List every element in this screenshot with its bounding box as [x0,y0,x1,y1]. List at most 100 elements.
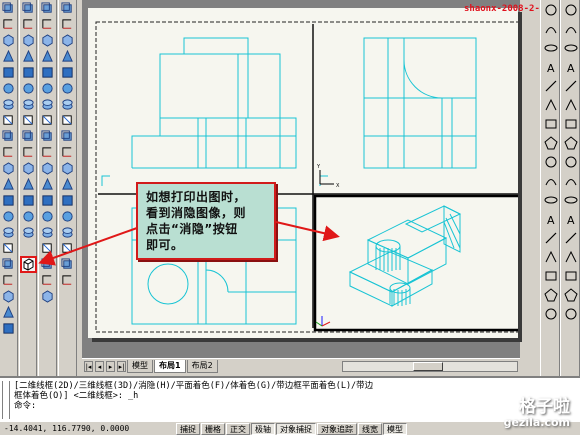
horizontal-scrollbar[interactable] [342,361,518,372]
toolbar-button[interactable] [21,33,35,47]
tab-layout2[interactable]: 布局2 [186,360,218,373]
toolbar-button[interactable] [40,49,54,63]
toolbar-button[interactable] [40,289,54,303]
toolbar-button[interactable] [60,257,74,271]
toolbar-button[interactable] [1,193,15,207]
toolbar-button[interactable] [1,177,15,191]
toolbar-button[interactable] [60,113,74,127]
draw-tool-button[interactable] [563,21,579,37]
toolbar-button[interactable] [1,209,15,223]
toolbar-button[interactable] [60,193,74,207]
toolbar-button[interactable] [1,273,15,287]
toolbar-button[interactable] [1,145,15,159]
tab-nav-last[interactable]: ▸| [117,361,126,372]
draw-tool-button[interactable] [543,40,559,56]
toolbar-button[interactable] [1,305,15,319]
tab-model[interactable]: 模型 [127,360,153,373]
toolbar-button[interactable] [1,81,15,95]
grid-toggle[interactable]: 栅格 [201,422,225,435]
toolbar-button[interactable] [21,225,35,239]
toolbar-button[interactable] [21,161,35,175]
toolbar-button[interactable] [21,193,35,207]
toolbar-button[interactable] [40,273,54,287]
toolbar-button[interactable] [1,161,15,175]
draw-tool-button[interactable] [543,78,559,94]
draw-tool-button[interactable] [543,116,559,132]
draw-tool-button[interactable] [563,154,579,170]
draw-tool-button[interactable] [543,249,559,265]
toolbar-button[interactable] [1,241,15,255]
toolbar-button[interactable] [40,113,54,127]
toolbar-button[interactable] [40,225,54,239]
toolbar-button[interactable] [1,129,15,143]
draw-tool-button[interactable] [543,173,559,189]
draw-tool-button[interactable] [543,154,559,170]
toolbar-button[interactable] [60,161,74,175]
layout-paper[interactable]: X Y [88,8,518,338]
draw-tool-button[interactable] [563,249,579,265]
toolbar-button[interactable] [60,177,74,191]
toolbar-button[interactable] [21,209,35,223]
toolbar-button[interactable] [60,33,74,47]
draw-tool-button[interactable] [543,97,559,113]
command-window-grip[interactable] [2,381,10,419]
draw-tool-button[interactable] [563,268,579,284]
draw-tool-button[interactable] [563,78,579,94]
tab-nav-prev[interactable]: ◂ [95,361,104,372]
toolbar-button[interactable] [40,145,54,159]
draw-tool-button[interactable] [563,287,579,303]
toolbar-button[interactable] [60,1,74,15]
toolbar-button[interactable] [1,113,15,127]
drawing-area[interactable]: X Y [82,0,522,358]
draw-tool-button[interactable] [543,192,559,208]
toolbar-button[interactable] [21,113,35,127]
draw-tool-button[interactable] [543,287,559,303]
toolbar-button[interactable] [40,177,54,191]
toolbar-button[interactable] [60,65,74,79]
toolbar-button[interactable] [40,209,54,223]
toolbar-button[interactable] [60,273,74,287]
toolbar-button[interactable] [21,65,35,79]
toolbar-button[interactable] [1,65,15,79]
draw-tool-button[interactable] [543,306,559,322]
toolbar-button[interactable] [21,177,35,191]
toolbar-button[interactable] [1,17,15,31]
toolbar-button[interactable] [1,49,15,63]
command-window[interactable]: [二维线框(2D)/三维线框(3D)/消隐(H)/平面着色(F)/体着色(G)/… [0,376,580,421]
toolbar-button[interactable] [60,97,74,111]
toolbar-button[interactable] [21,17,35,31]
toolbar-button[interactable] [1,321,15,335]
toolbar-button[interactable] [40,1,54,15]
otrack-toggle[interactable]: 对象追踪 [317,422,357,435]
model-toggle[interactable]: 模型 [383,422,407,435]
toolbar-button[interactable] [21,1,35,15]
draw-tool-button[interactable]: A [563,59,579,75]
tab-nav-next[interactable]: ▸ [106,361,115,372]
draw-tool-button[interactable] [563,173,579,189]
toolbar-button[interactable] [40,65,54,79]
snap-toggle[interactable]: 捕捉 [176,422,200,435]
toolbar-button[interactable] [40,241,54,255]
draw-tool-button[interactable] [563,230,579,246]
draw-tool-button[interactable] [543,135,559,151]
toolbar-button[interactable] [1,257,15,271]
command-prompt[interactable]: 命令: [0,401,580,411]
draw-tool-button[interactable] [563,2,579,18]
draw-tool-button[interactable] [563,116,579,132]
toolbar-button[interactable] [21,129,35,143]
draw-tool-button[interactable] [563,97,579,113]
toolbar-button[interactable] [40,81,54,95]
draw-tool-button[interactable]: A [563,211,579,227]
osnap-toggle[interactable]: 对象捕捉 [276,422,316,435]
toolbar-button[interactable] [60,145,74,159]
draw-tool-button[interactable] [563,40,579,56]
toolbar-button[interactable] [60,209,74,223]
toolbar-button[interactable] [40,33,54,47]
toolbar-button[interactable] [60,241,74,255]
toolbar-button[interactable] [40,257,54,271]
toolbar-button[interactable] [21,97,35,111]
toolbar-button[interactable] [1,225,15,239]
toolbar-button[interactable] [21,81,35,95]
toolbar-button[interactable] [60,225,74,239]
toolbar-button[interactable] [40,129,54,143]
